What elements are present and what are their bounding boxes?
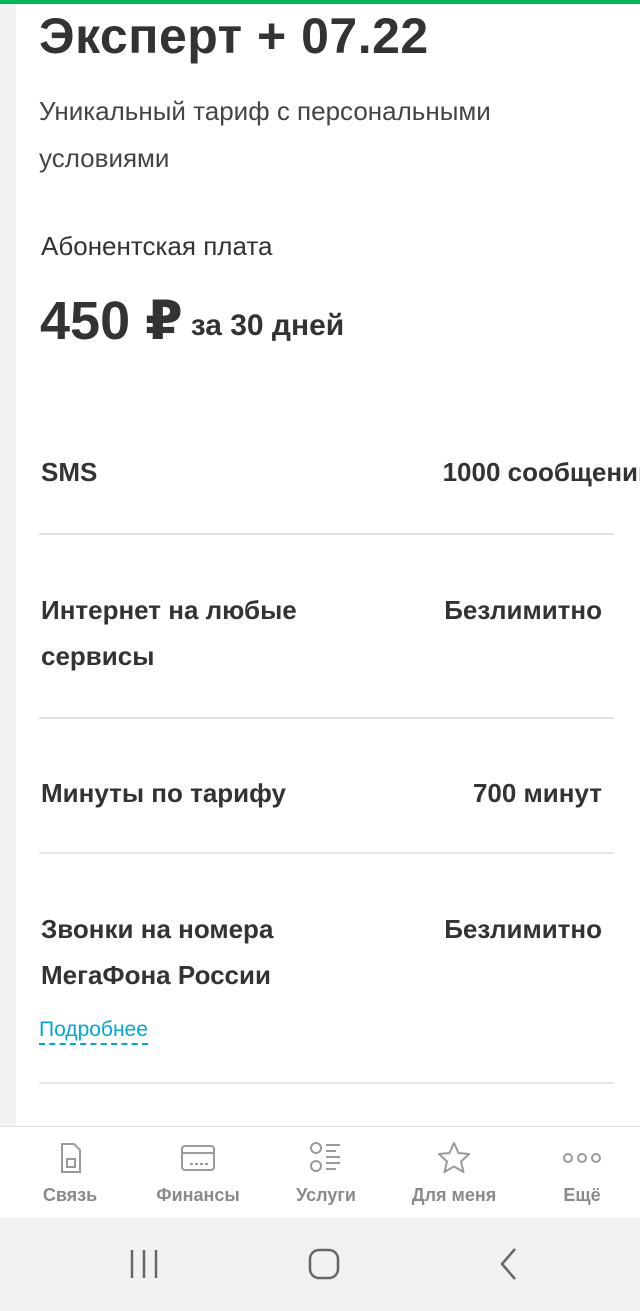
tab-label: Услуги bbox=[296, 1185, 356, 1205]
price-row: 450 ₽ за 30 дней bbox=[40, 288, 344, 354]
tab-label: Связь bbox=[42, 1185, 98, 1205]
card-icon bbox=[181, 1145, 215, 1171]
tariff-card: Эксперт + 07.22 Уникальный тариф с персо… bbox=[16, 4, 640, 1126]
tab-label: Ещё bbox=[563, 1185, 601, 1205]
star-icon bbox=[438, 1142, 470, 1173]
feature-row-internet: Интернет на любые сервисы Безлимитно bbox=[39, 587, 614, 719]
price-period: за 30 дней bbox=[190, 309, 345, 342]
tab-eshche[interactable]: Ещё bbox=[518, 1127, 640, 1219]
feature-row-megafon-calls: Звонки на номера МегаФона России Безлими… bbox=[39, 906, 614, 1084]
feature-value: 700 минут bbox=[472, 778, 602, 808]
feature-row-sms: SMS 1000 сообщений bbox=[39, 449, 640, 535]
price-value: 450 ₽ bbox=[40, 291, 183, 351]
sim-card-icon bbox=[61, 1143, 81, 1173]
list-icon bbox=[310, 1142, 340, 1172]
tab-label: Финансы bbox=[156, 1185, 240, 1205]
tariff-subtitle: Уникальный тариф с персональными условия… bbox=[39, 96, 491, 173]
feature-value: Безлимитно bbox=[444, 914, 602, 944]
feature-label: SMS bbox=[41, 457, 98, 487]
recent-apps-icon[interactable] bbox=[124, 1244, 164, 1284]
more-dots-icon bbox=[563, 1153, 601, 1163]
more-details-link[interactable]: Подробнее bbox=[39, 1017, 148, 1045]
feature-value: 1000 сообщений bbox=[442, 457, 640, 487]
tab-finansy[interactable]: Финансы bbox=[134, 1127, 262, 1219]
tab-dlya-menya[interactable]: Для меня bbox=[390, 1127, 518, 1219]
feature-label: Интернет на любые сервисы bbox=[41, 595, 297, 671]
feature-value: Безлимитно bbox=[444, 595, 602, 625]
tab-svyaz[interactable]: Связь bbox=[6, 1127, 134, 1219]
feature-row-minutes: Минуты по тарифу 700 минут bbox=[39, 770, 614, 854]
back-icon[interactable] bbox=[490, 1244, 530, 1284]
system-nav-bar bbox=[0, 1218, 640, 1311]
feature-label: Минуты по тарифу bbox=[41, 778, 287, 808]
tariff-title: Эксперт + 07.22 bbox=[39, 8, 429, 64]
tab-uslugi[interactable]: Услуги bbox=[262, 1127, 390, 1219]
fee-label: Абонентская плата bbox=[41, 231, 273, 261]
home-icon[interactable] bbox=[304, 1244, 344, 1284]
tab-label: Для меня bbox=[411, 1185, 497, 1205]
bottom-tab-bar: Связь Финансы Услуги Для меня Ещё bbox=[0, 1126, 640, 1219]
feature-label: Звонки на номера МегаФона России bbox=[41, 914, 274, 990]
